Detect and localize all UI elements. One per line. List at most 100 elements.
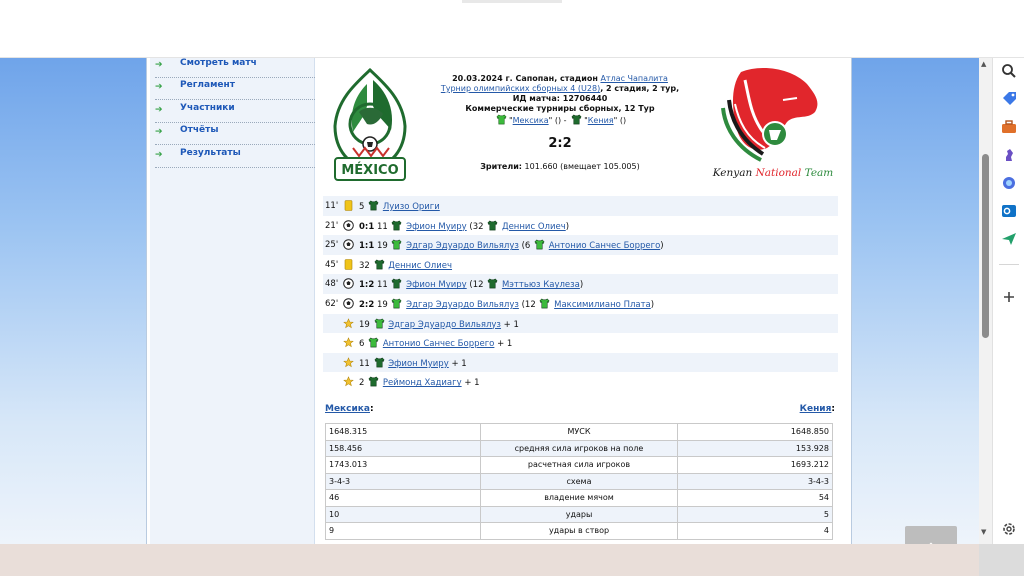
yellow-card-icon bbox=[344, 258, 353, 270]
kenya-logo-text-1: Kenyan bbox=[712, 167, 756, 179]
event-minute: 11' bbox=[325, 201, 339, 211]
nav-item-results[interactable]: ➔ Результаты bbox=[155, 146, 315, 168]
event-score: 0:1 bbox=[359, 221, 375, 232]
event-minute: 21' bbox=[325, 220, 339, 231]
stat-name: расчетная сила игроков bbox=[480, 456, 678, 474]
stat-home-value: 1648.315 bbox=[325, 423, 481, 441]
scroll-up-arrow-icon[interactable]: ▲ bbox=[981, 60, 986, 68]
player-link[interactable]: Реймонд Хадиагу bbox=[383, 378, 462, 388]
player-link[interactable]: Луизо Ориги bbox=[383, 202, 440, 212]
assist-player-link[interactable]: Мэттьюз Каулеза bbox=[502, 280, 580, 290]
stats-away-team: Кения: bbox=[799, 404, 835, 414]
arrow-right-icon: ➔ bbox=[155, 150, 163, 160]
shirt-green-icon bbox=[392, 239, 402, 250]
browser-side-panel bbox=[992, 58, 1024, 544]
copilot-icon[interactable] bbox=[1000, 174, 1018, 192]
stat-name: схема bbox=[480, 472, 678, 490]
outlook-icon[interactable] bbox=[1000, 202, 1018, 220]
stat-home-value: 1743.013 bbox=[325, 456, 481, 474]
chess-icon[interactable] bbox=[1000, 146, 1018, 164]
stats-row: 46 владение мячом 54 bbox=[325, 489, 833, 507]
stats-row: 3-4-3 схема 3-4-3 bbox=[325, 472, 833, 490]
tag-icon[interactable] bbox=[1000, 90, 1018, 108]
player-link[interactable]: Эфион Муиру bbox=[406, 222, 467, 232]
kenya-logo-text-2: National bbox=[755, 167, 802, 179]
stat-away-value: 1693.212 bbox=[677, 456, 833, 474]
shirt-green-icon bbox=[534, 239, 545, 250]
stats-row: 1743.013 расчетная сила игроков 1693.212 bbox=[325, 456, 833, 474]
away-team-link[interactable]: Кения bbox=[588, 116, 614, 125]
event-row: 25' 1:1 19 Эдгар Эдуардо Вильялуз (6 Анто… bbox=[323, 235, 838, 255]
scrollbar-thumb[interactable] bbox=[982, 154, 989, 338]
scroll-to-top-button[interactable] bbox=[905, 526, 957, 544]
soccer-ball-icon bbox=[343, 219, 354, 231]
plus-icon[interactable] bbox=[1000, 288, 1018, 306]
mexico-logo-text: MÉXICO bbox=[341, 162, 398, 178]
player-link[interactable]: Антонио Санчес Боррего bbox=[383, 339, 495, 349]
stats-row: 10 удары 5 bbox=[325, 505, 833, 523]
send-icon[interactable] bbox=[1000, 230, 1018, 248]
assist-player-link[interactable]: Максимилиано Плата bbox=[554, 300, 651, 310]
soccer-ball-icon bbox=[343, 278, 354, 290]
star-icon bbox=[343, 376, 354, 387]
arrow-right-icon: ➔ bbox=[155, 82, 163, 92]
player-link[interactable]: Эфион Муиру bbox=[406, 280, 467, 290]
player-link[interactable]: Эдгар Эдуардо Вильялуз bbox=[406, 241, 519, 251]
event-minute: 25' bbox=[325, 240, 339, 251]
tournament-link[interactable]: Турнир олимпийских сборных 4 (U28) bbox=[441, 84, 600, 93]
rating-change: + 1 bbox=[464, 378, 480, 389]
event-row: 21' 0:1 11 Эфион Муиру (32 Деннис Олиеч) bbox=[325, 219, 570, 232]
stat-home-value: 10 bbox=[325, 505, 481, 523]
settings-icon[interactable] bbox=[1000, 520, 1018, 538]
stadium-link[interactable]: Атлас Чапалита bbox=[600, 74, 667, 83]
stat-home-value: 3-4-3 bbox=[325, 472, 481, 490]
kenya-logo-text-3: Team bbox=[801, 167, 833, 179]
shirt-green-icon bbox=[540, 298, 550, 309]
star-icon bbox=[343, 337, 354, 348]
star-icon bbox=[343, 317, 354, 328]
player-link[interactable]: Эдгар Эдуардо Вильялуз bbox=[406, 300, 519, 310]
event-row: 11' 5 Луизо Ориги bbox=[323, 196, 838, 216]
stat-away-value: 5 bbox=[677, 505, 833, 523]
player-link[interactable]: Эфион Муиру bbox=[388, 359, 449, 369]
shirt-green-icon bbox=[496, 114, 507, 125]
player-link[interactable]: Эдгар Эдуардо Вильялуз bbox=[388, 320, 501, 330]
nav-item-participants[interactable]: ➔ Участники bbox=[155, 101, 315, 123]
rating-change: + 1 bbox=[503, 319, 519, 330]
player-link[interactable]: Деннис Олиеч bbox=[388, 261, 452, 271]
match-date-line: 20.03.2024 г. Сапопан, стадион bbox=[452, 74, 598, 83]
home-team-link[interactable]: Мексика bbox=[513, 116, 549, 125]
nav-item-reports[interactable]: ➔ Отчёты bbox=[155, 123, 315, 145]
rating-row: 11 Эфион Муиру + 1 bbox=[323, 352, 838, 373]
svg-text:Kenyan National Team: Kenyan National Team bbox=[712, 167, 834, 179]
page-viewport: ➔ Смотреть матч ➔ Регламент ➔ Участники … bbox=[0, 58, 979, 544]
stat-name: средняя сила игроков на поле bbox=[480, 439, 678, 457]
shirt-dark-icon bbox=[374, 357, 384, 368]
event-row: 45' 32 Деннис Олиеч bbox=[325, 258, 453, 271]
match-id: ИД матча: 12706440 bbox=[512, 94, 608, 103]
rating-row: 6 Антонио Санчес Боррего + 1 bbox=[323, 333, 838, 353]
stat-away-value: 3-4-3 bbox=[677, 472, 833, 490]
event-minute: 62' bbox=[325, 298, 339, 309]
rating-row: 19 Эдгар Эдуардо Вильялуз + 1 bbox=[323, 313, 838, 334]
soccer-ball-icon bbox=[343, 239, 354, 250]
briefcase-icon[interactable] bbox=[1000, 118, 1018, 136]
assist-player-link[interactable]: Антонио Санчес Боррего bbox=[549, 241, 661, 251]
match-info: 20.03.2024 г. Сапопан, стадион Атлас Чап… bbox=[440, 74, 680, 125]
browser-top-bar bbox=[0, 0, 1024, 58]
nav-item-regulations[interactable]: ➔ Регламент bbox=[155, 78, 315, 100]
kenya-logo: Kenyan National Team bbox=[712, 68, 834, 179]
shirt-dark-icon bbox=[487, 220, 498, 230]
page-scrollbar[interactable]: ▲ ▼ bbox=[979, 58, 992, 544]
scroll-down-arrow-icon[interactable]: ▼ bbox=[981, 528, 986, 536]
assist-player-link[interactable]: Деннис Олиеч bbox=[502, 222, 566, 232]
nav-item-watch-match[interactable]: ➔ Смотреть матч bbox=[155, 58, 315, 78]
event-row: 48' 1:2 11 Эфион Муиру (12 Мэттьюз Каулез… bbox=[323, 274, 838, 294]
stat-away-value: 153.928 bbox=[677, 439, 833, 457]
shirt-dark-icon bbox=[368, 200, 379, 211]
shirt-dark-icon bbox=[374, 259, 384, 270]
event-score: 1:2 bbox=[359, 280, 375, 291]
search-icon[interactable] bbox=[1000, 62, 1018, 80]
rating-change: + 1 bbox=[497, 339, 513, 350]
shirt-dark-icon bbox=[368, 376, 379, 387]
